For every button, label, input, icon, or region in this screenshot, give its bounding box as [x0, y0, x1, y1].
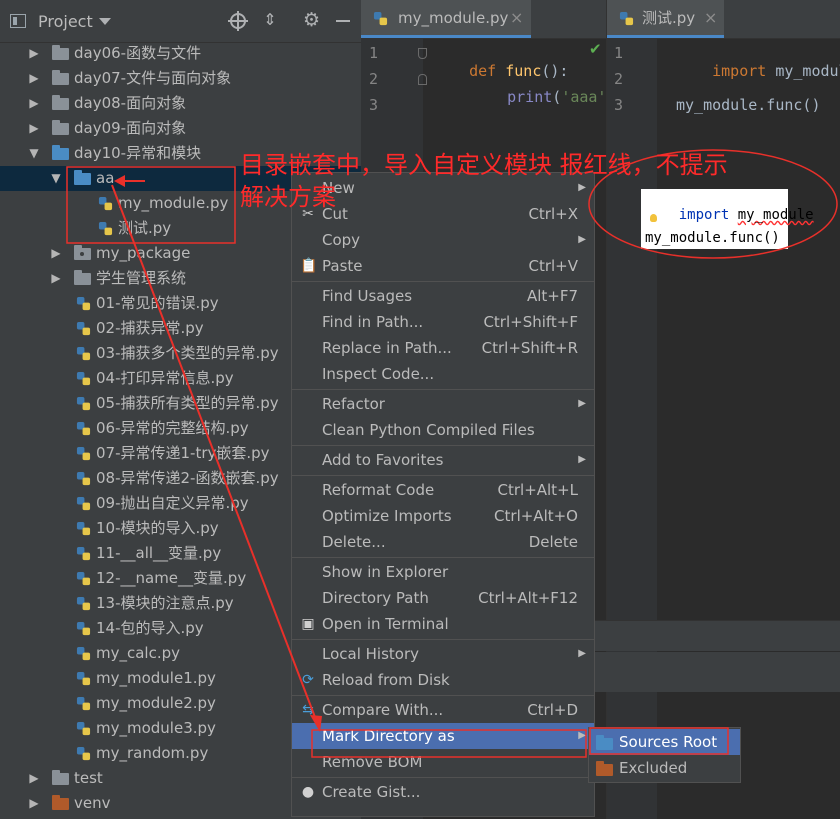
highlight-box-mark-directory	[311, 729, 587, 758]
annotation-text-line-2: 解决方案	[240, 183, 336, 211]
annotation-overlay	[66, 149, 838, 758]
arrowhead-icon	[114, 175, 125, 187]
highlight-box-aa	[66, 166, 236, 244]
annotation-text-line-1: 目录嵌套中，导入自定义模块 报红线，不提示	[240, 151, 728, 179]
highlight-box-sources-root	[589, 727, 729, 755]
annotation-arrow	[111, 184, 319, 726]
